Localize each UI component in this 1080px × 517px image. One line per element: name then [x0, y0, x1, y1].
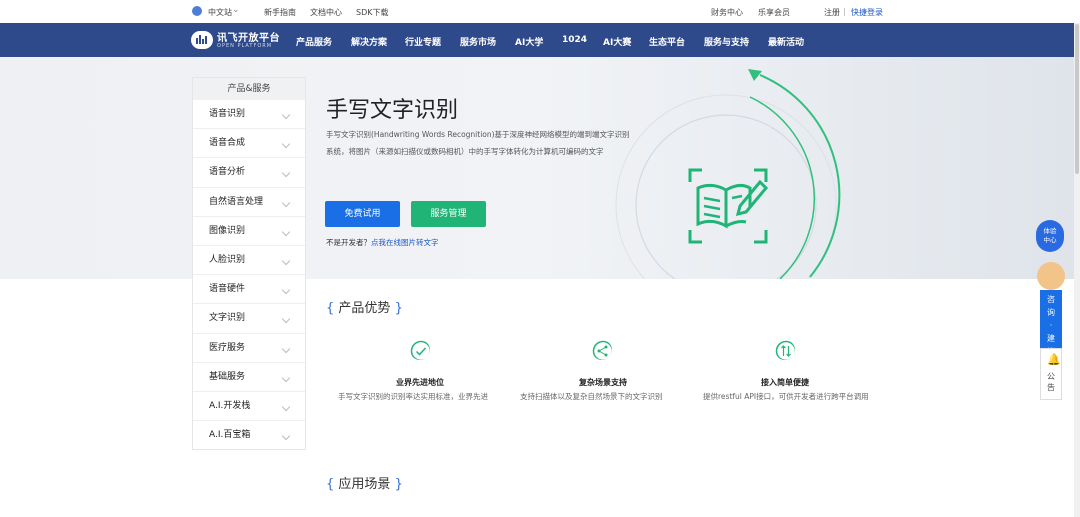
logo-text[interactable]: 讯飞开放平台: [217, 29, 280, 44]
sidebar-item-label: 自然语言处理: [209, 196, 264, 207]
share-nodes-icon: [592, 340, 612, 360]
bell-icon: 🔔: [1047, 353, 1061, 366]
chevron-down-icon: [281, 402, 291, 412]
chevron-down-icon: ⌄: [232, 5, 240, 15]
scenes-title-text: 应用场景: [338, 477, 391, 492]
chevron-down-icon: [281, 139, 291, 149]
sidebar-item-basic-services[interactable]: 基础服务: [193, 363, 305, 392]
page-title: 手写文字识别: [326, 98, 459, 123]
nav-item-products[interactable]: 产品服务: [296, 35, 332, 48]
quick-login-link[interactable]: 快捷登录: [851, 7, 883, 18]
chevron-down-icon: [281, 169, 291, 178]
top-link-sdk[interactable]: SDK下载: [356, 7, 388, 18]
chevron-down-icon: [281, 431, 291, 441]
check-circle-icon: [410, 340, 430, 360]
sidebar-item-face-recognition[interactable]: 人脸识别: [193, 246, 305, 276]
sidebar-item-speech-synthesis[interactable]: 语音合成: [193, 129, 305, 159]
sidebar-item-label: 语音分析: [209, 167, 246, 178]
advantage-description: 支持扫描体以及复杂自然场景下的文字识别: [520, 392, 663, 401]
hero-banner: 手写文字识别 手写文字识别(Handwriting Words Recognit…: [0, 57, 1080, 279]
nav-item-1024[interactable]: 1024: [562, 35, 587, 45]
nav-item-solutions[interactable]: 解决方案: [351, 35, 387, 48]
nav-item-market[interactable]: 服务市场: [460, 35, 496, 48]
developer-note: 不是开发者？点我在线图片转文字: [326, 237, 439, 248]
sidebar-item-medical[interactable]: 医疗服务: [193, 334, 305, 363]
top-link-guide[interactable]: 新手指南: [264, 7, 296, 18]
product-sidebar: 产品&服务 语音识别 语音合成 语音分析 自然语言处理 图像识别 人脸识别 语音…: [192, 77, 306, 450]
mascot-avatar: [1037, 262, 1065, 290]
sidebar-header: 产品&服务: [193, 78, 305, 100]
top-divider: |: [843, 7, 846, 16]
scenes-section-title: { 应用场景 }: [326, 477, 403, 492]
scrollbar-thumb[interactable]: [1075, 24, 1079, 174]
sidebar-item-label: 语音合成: [209, 138, 246, 149]
advantages-title-text: 产品优势: [338, 301, 391, 316]
main-navigation: 讯飞开放平台 OPEN PLATFORM 产品服务 解决方案 行业专题 服务市场…: [0, 23, 1080, 57]
top-link-member[interactable]: 乐享会员: [758, 7, 790, 18]
swap-arrows-icon: [775, 340, 795, 360]
sidebar-item-speech-hardware[interactable]: 语音硬件: [193, 275, 305, 305]
nav-item-ecosystem[interactable]: 生态平台: [649, 35, 685, 48]
consult-suggest-button[interactable]: 咨询·建议: [1040, 290, 1062, 356]
experience-center-button[interactable]: 体验中心: [1036, 220, 1064, 252]
experience-center-label: 体验中心: [1043, 227, 1057, 244]
advantages-section-title: { 产品优势 }: [326, 301, 403, 316]
free-trial-button[interactable]: 免费试用: [325, 201, 400, 227]
chevron-down-icon: [281, 344, 291, 353]
advantage-title: 业界先进地位: [396, 378, 444, 387]
advantage-title: 复杂场景支持: [579, 378, 627, 387]
chevron-down-icon: [281, 256, 291, 266]
sidebar-item-ai-dev-stack[interactable]: A.I.开发栈: [193, 392, 305, 422]
handwriting-book-icon: [688, 168, 768, 244]
developer-note-text: 不是开发者？: [326, 238, 371, 247]
sidebar-item-text-recognition[interactable]: 文字识别: [193, 304, 305, 334]
sidebar-item-speech-recognition[interactable]: 语音识别: [193, 100, 305, 130]
sidebar-item-label: 语音识别: [209, 109, 246, 119]
hero-decoration: [615, 69, 841, 279]
chevron-down-icon: [281, 285, 291, 295]
sidebar-item-label: 图像识别: [209, 225, 246, 236]
notice-label: 公告: [1047, 372, 1055, 392]
sidebar-item-label: A.I.百宝箱: [209, 430, 251, 441]
sidebar-item-label: 人脸识别: [209, 254, 246, 265]
sidebar-item-image-recognition[interactable]: 图像识别: [193, 217, 305, 246]
advantage-title: 接入简单便捷: [761, 378, 809, 387]
chevron-down-icon: [281, 227, 291, 236]
advantage-description: 手写文字识别的识别率达实用标准，业界先进: [338, 392, 488, 401]
top-link-docs[interactable]: 文档中心: [310, 7, 342, 18]
nav-item-ai-university[interactable]: AI大学: [515, 35, 543, 48]
globe-icon: [192, 6, 202, 16]
sidebar-item-nlp[interactable]: 自然语言处理: [193, 188, 305, 217]
sidebar-item-label: 语音硬件: [209, 284, 246, 295]
sidebar-item-label: 文字识别: [209, 313, 246, 324]
nav-item-events[interactable]: 最新活动: [768, 35, 804, 48]
sidebar-item-label: 基础服务: [209, 371, 246, 382]
chevron-down-icon: [281, 198, 291, 207]
sidebar-item-label: A.I.开发栈: [209, 400, 251, 411]
chevron-down-icon: [281, 315, 291, 324]
logo-icon[interactable]: [191, 31, 213, 49]
language-selector[interactable]: 中文站: [208, 7, 232, 18]
chevron-down-icon: [281, 110, 291, 120]
sidebar-item-speech-analysis[interactable]: 语音分析: [193, 158, 305, 188]
register-link[interactable]: 注册: [824, 7, 840, 18]
online-convert-link[interactable]: 点我在线图片转文字: [371, 238, 439, 247]
service-management-button[interactable]: 服务管理: [411, 201, 486, 227]
sidebar-item-ai-toolbox[interactable]: A.I.百宝箱: [193, 421, 305, 450]
advantage-description: 提供restful API接口，可供开发者进行跨平台调用: [703, 392, 869, 401]
top-utility-bar: 中文站 ⌄ 新手指南 文档中心 SDK下载 财务中心 乐享会员 注册 | 快捷登…: [0, 0, 1080, 23]
logo-subtitle: OPEN PLATFORM: [217, 43, 273, 49]
sidebar-item-label: 医疗服务: [209, 342, 246, 353]
nav-item-support[interactable]: 服务与支持: [704, 35, 749, 48]
top-link-finance[interactable]: 财务中心: [711, 7, 743, 18]
nav-item-industry[interactable]: 行业专题: [405, 35, 441, 48]
nav-item-ai-contest[interactable]: AI大赛: [603, 35, 631, 48]
chevron-down-icon: [281, 373, 291, 382]
hero-description: 手写文字识别(Handwriting Words Recognition)基于深…: [326, 130, 630, 156]
notice-button[interactable]: 🔔 公告: [1040, 348, 1062, 400]
